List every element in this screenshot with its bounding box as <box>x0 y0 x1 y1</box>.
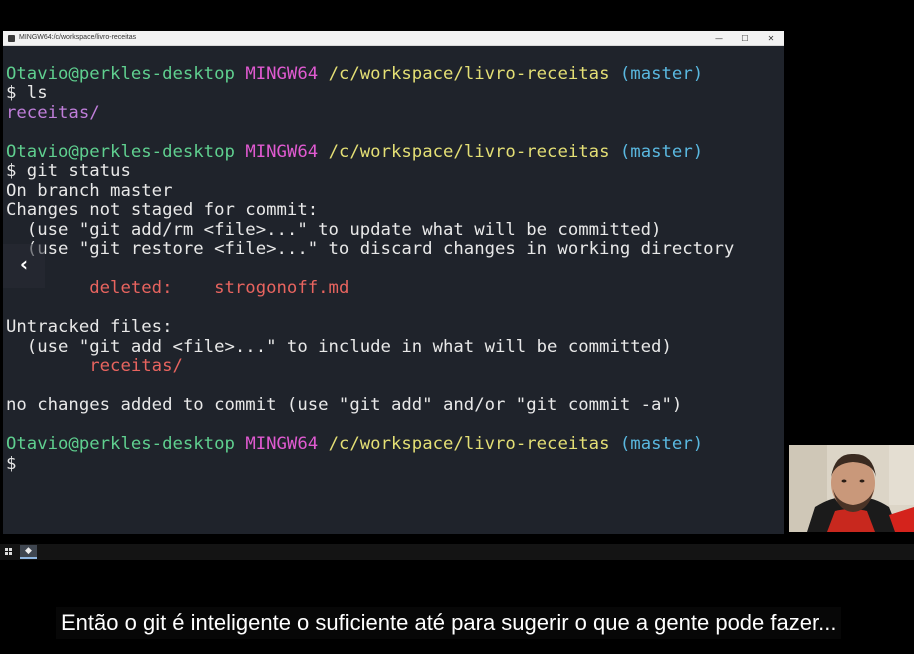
status-on-branch: On branch master <box>6 181 173 201</box>
prompt-path: /c/workspace/livro-receitas <box>328 434 610 454</box>
close-button[interactable]: ✕ <box>758 31 784 46</box>
status-changes-header: Changes not staged for commit: <box>6 200 319 220</box>
minimize-button[interactable]: — <box>706 31 732 46</box>
status-untracked-header: Untracked files: <box>6 317 173 337</box>
status-deleted-line: deleted: strogonoff.md <box>6 279 349 298</box>
prompt-env: MINGW64 <box>245 142 319 162</box>
window-titlebar[interactable]: MINGW64:/c/workspace/livro-receitas — ☐ … <box>3 31 784 46</box>
prompt-symbol: $ <box>6 83 17 103</box>
command-ls: ls <box>16 83 48 103</box>
terminal-output[interactable]: Otavio@perkles-desktop MINGW64 /c/worksp… <box>3 46 784 534</box>
prompt-branch: (master) <box>619 64 704 84</box>
prompt-user-host: Otavio@perkles-desktop <box>6 434 235 454</box>
untracked-file: receitas/ <box>6 356 183 376</box>
prompt-symbol: $ <box>6 161 17 181</box>
status-hint-restore: (use "git restore <file>..." to discard … <box>6 239 735 259</box>
taskbar-git-bash-icon[interactable]: ◆ <box>20 545 37 559</box>
prompt-line: Otavio@perkles-desktop MINGW64 /c/worksp… <box>6 65 703 84</box>
video-back-arrow-button[interactable]: ‹ <box>3 244 45 288</box>
status-hint-untracked: (use "git add <file>..." to include in w… <box>6 337 672 357</box>
prompt-user-host: Otavio@perkles-desktop <box>6 142 235 162</box>
windows-start-icon[interactable] <box>5 548 13 556</box>
prompt-env: MINGW64 <box>245 434 319 454</box>
video-subtitle: Então o git é inteligente o suficiente a… <box>56 607 842 639</box>
prompt-branch: (master) <box>619 142 704 162</box>
prompt-symbol: $ <box>6 454 17 474</box>
prompt-line: Otavio@perkles-desktop MINGW64 /c/worksp… <box>6 435 703 454</box>
mingw-app-icon <box>8 35 15 42</box>
command-line: $ ls <box>6 84 48 103</box>
prompt-env: MINGW64 <box>245 64 319 84</box>
deleted-file: strogonoff.md <box>214 278 350 298</box>
maximize-button[interactable]: ☐ <box>732 31 758 46</box>
prompt-path: /c/workspace/livro-receitas <box>328 142 610 162</box>
status-hint-add: (use "git add/rm <file>..." to update wh… <box>6 220 662 240</box>
command-line[interactable]: $ <box>6 455 16 474</box>
command-git-status: git status <box>16 161 131 181</box>
taskbar: ◆ <box>0 544 914 560</box>
presenter-image <box>789 445 914 532</box>
status-summary: no changes added to commit (use "git add… <box>6 395 683 415</box>
prompt-branch: (master) <box>619 434 704 454</box>
prompt-path: /c/workspace/livro-receitas <box>328 64 610 84</box>
webcam-overlay <box>789 445 914 532</box>
terminal-window: MINGW64:/c/workspace/livro-receitas — ☐ … <box>3 31 784 534</box>
prompt-user-host: Otavio@perkles-desktop <box>6 64 235 84</box>
window-title: MINGW64:/c/workspace/livro-receitas <box>19 34 137 41</box>
ls-output: receitas/ <box>6 103 100 123</box>
command-line: $ git status <box>6 162 131 181</box>
prompt-line: Otavio@perkles-desktop MINGW64 /c/worksp… <box>6 143 703 162</box>
